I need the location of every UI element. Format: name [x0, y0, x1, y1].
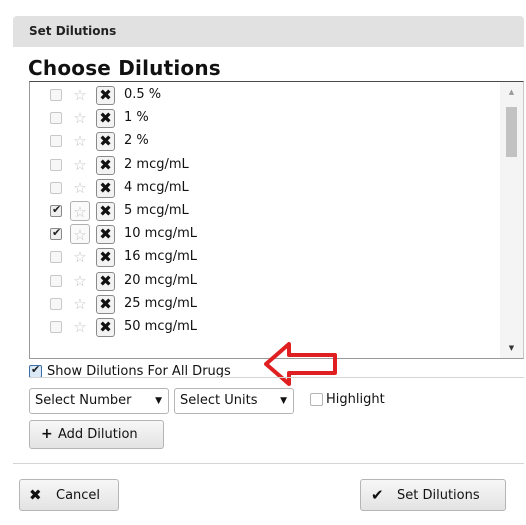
star-icon[interactable]: ☆ — [70, 85, 90, 105]
x-icon[interactable]: ✖ — [96, 132, 115, 152]
add-dilution-button[interactable]: + Add Dilution — [29, 420, 164, 449]
select-number-dropdown[interactable]: Select Number ▼ — [29, 388, 169, 414]
dilution-checkbox[interactable] — [50, 181, 62, 194]
dialog-titlebar[interactable]: Set Dilutions — [13, 16, 524, 47]
select-units-dropdown[interactable]: Select Units ▼ — [174, 388, 294, 414]
x-icon[interactable]: ✖ — [96, 202, 115, 221]
star-icon[interactable]: ☆ — [70, 317, 90, 337]
x-icon[interactable]: ✖ — [96, 248, 115, 268]
dilution-row[interactable]: ☆ ✖ 2 % — [30, 130, 500, 153]
dilution-label: 1 % — [124, 110, 149, 126]
select-units-value: Select Units — [180, 393, 258, 408]
star-icon[interactable]: ☆ — [70, 247, 90, 267]
dilution-checkbox[interactable] — [50, 89, 62, 101]
red-arrow-icon — [264, 342, 337, 386]
dilution-label: 5 mcg/mL — [124, 203, 189, 218]
dilution-checkbox[interactable] — [50, 112, 62, 125]
dilution-label: 20 mcg/mL — [124, 272, 198, 288]
x-icon[interactable]: ✖ — [96, 294, 115, 314]
select-number-value: Select Number — [35, 393, 132, 408]
x-icon[interactable]: ✖ — [96, 178, 115, 198]
dilution-checkbox[interactable] — [50, 158, 62, 171]
x-icon[interactable]: ✖ — [96, 225, 115, 245]
dilution-label: 2 mcg/mL — [124, 156, 189, 172]
x-icon[interactable]: ✖ — [96, 86, 115, 105]
dilution-checkbox[interactable] — [50, 203, 62, 217]
x-icon: ✖ — [29, 486, 42, 504]
scroll-down-icon[interactable]: ▼ — [500, 340, 523, 356]
dilution-checkbox[interactable] — [50, 135, 62, 148]
star-icon[interactable]: ☆ — [70, 294, 90, 314]
dilution-checkbox[interactable] — [50, 321, 62, 333]
x-icon[interactable]: ✖ — [96, 318, 115, 337]
section-heading: Choose Dilutions — [28, 56, 221, 80]
dilution-label: 10 mcg/mL — [124, 226, 198, 242]
dilution-label: 25 mcg/mL — [124, 295, 198, 311]
dilution-checkbox[interactable] — [50, 274, 62, 287]
x-icon[interactable]: ✖ — [96, 109, 115, 129]
dilution-row[interactable]: ☆ ✖ 10 mcg/mL — [30, 223, 500, 246]
star-icon[interactable]: ☆ — [70, 155, 90, 175]
dilution-row[interactable]: ☆ ✖ 0.5 % — [30, 84, 500, 107]
dilution-row[interactable]: ☆ ✖ 5 mcg/mL — [30, 200, 500, 223]
star-icon[interactable]: ☆ — [70, 201, 90, 221]
dilution-checkbox[interactable] — [50, 297, 62, 310]
dilution-row[interactable]: ☆ ✖ 20 mcg/mL — [30, 270, 500, 293]
x-icon[interactable]: ✖ — [96, 155, 115, 175]
footer-divider — [13, 463, 524, 464]
highlight-checkbox[interactable] — [310, 393, 323, 406]
dilution-row[interactable]: ☆ ✖ 2 mcg/mL — [30, 154, 500, 177]
dilution-label: 2 % — [124, 133, 149, 149]
scroll-up-icon[interactable]: ▲ — [500, 84, 523, 100]
dialog-title: Set Dilutions — [29, 24, 117, 38]
dilution-row[interactable]: ☆ ✖ 50 mcg/mL — [30, 316, 500, 339]
chevron-down-icon: ▼ — [155, 396, 162, 406]
set-dilutions-label: Set Dilutions — [397, 488, 480, 503]
cancel-label: Cancel — [56, 488, 101, 503]
star-icon[interactable]: ☆ — [70, 131, 90, 151]
set-dilutions-button[interactable]: ✔ Set Dilutions — [360, 479, 506, 511]
plus-icon: + — [41, 426, 53, 442]
x-icon[interactable]: ✖ — [96, 271, 115, 291]
dilution-row[interactable]: ☆ ✖ 4 mcg/mL — [30, 177, 500, 200]
cancel-button[interactable]: ✖ Cancel — [19, 479, 119, 511]
dilution-label: 16 mcg/mL — [124, 249, 198, 265]
dilution-list[interactable]: ☆ ✖ 0.5 % ☆ ✖ 1 % ☆ ✖ 2 % ☆ ✖ 2 mcg/mL ☆ ✖ 4 mcg/mL ☆ ✖ 5… — [29, 81, 524, 359]
chevron-down-icon: ▼ — [280, 396, 287, 406]
star-icon[interactable]: ☆ — [70, 271, 90, 291]
dilution-checkbox[interactable] — [50, 226, 62, 241]
highlight-label[interactable]: Highlight — [326, 392, 385, 407]
scrollbar-thumb[interactable] — [506, 107, 517, 157]
divider — [29, 377, 524, 378]
add-dilution-label: Add Dilution — [58, 427, 138, 442]
star-icon[interactable]: ☆ — [70, 108, 90, 128]
star-icon[interactable]: ☆ — [70, 224, 90, 245]
dilution-label: 4 mcg/mL — [124, 179, 189, 195]
dilution-label: 50 mcg/mL — [124, 319, 198, 334]
list-scrollbar[interactable]: ▲ ▼ — [500, 82, 523, 358]
check-icon: ✔ — [371, 486, 384, 504]
set-dilutions-dialog: Set Dilutions Choose Dilutions ☆ ✖ 0.5 % ☆ ✖… — [13, 16, 524, 523]
dilution-row[interactable]: ☆ ✖ 16 mcg/mL — [30, 246, 500, 269]
dilution-label: 0.5 % — [124, 87, 162, 102]
dilution-checkbox[interactable] — [50, 251, 62, 264]
dilution-row[interactable]: ☆ ✖ 25 mcg/mL — [30, 293, 500, 316]
dilution-row[interactable]: ☆ ✖ 1 % — [30, 107, 500, 130]
star-icon[interactable]: ☆ — [70, 178, 90, 198]
